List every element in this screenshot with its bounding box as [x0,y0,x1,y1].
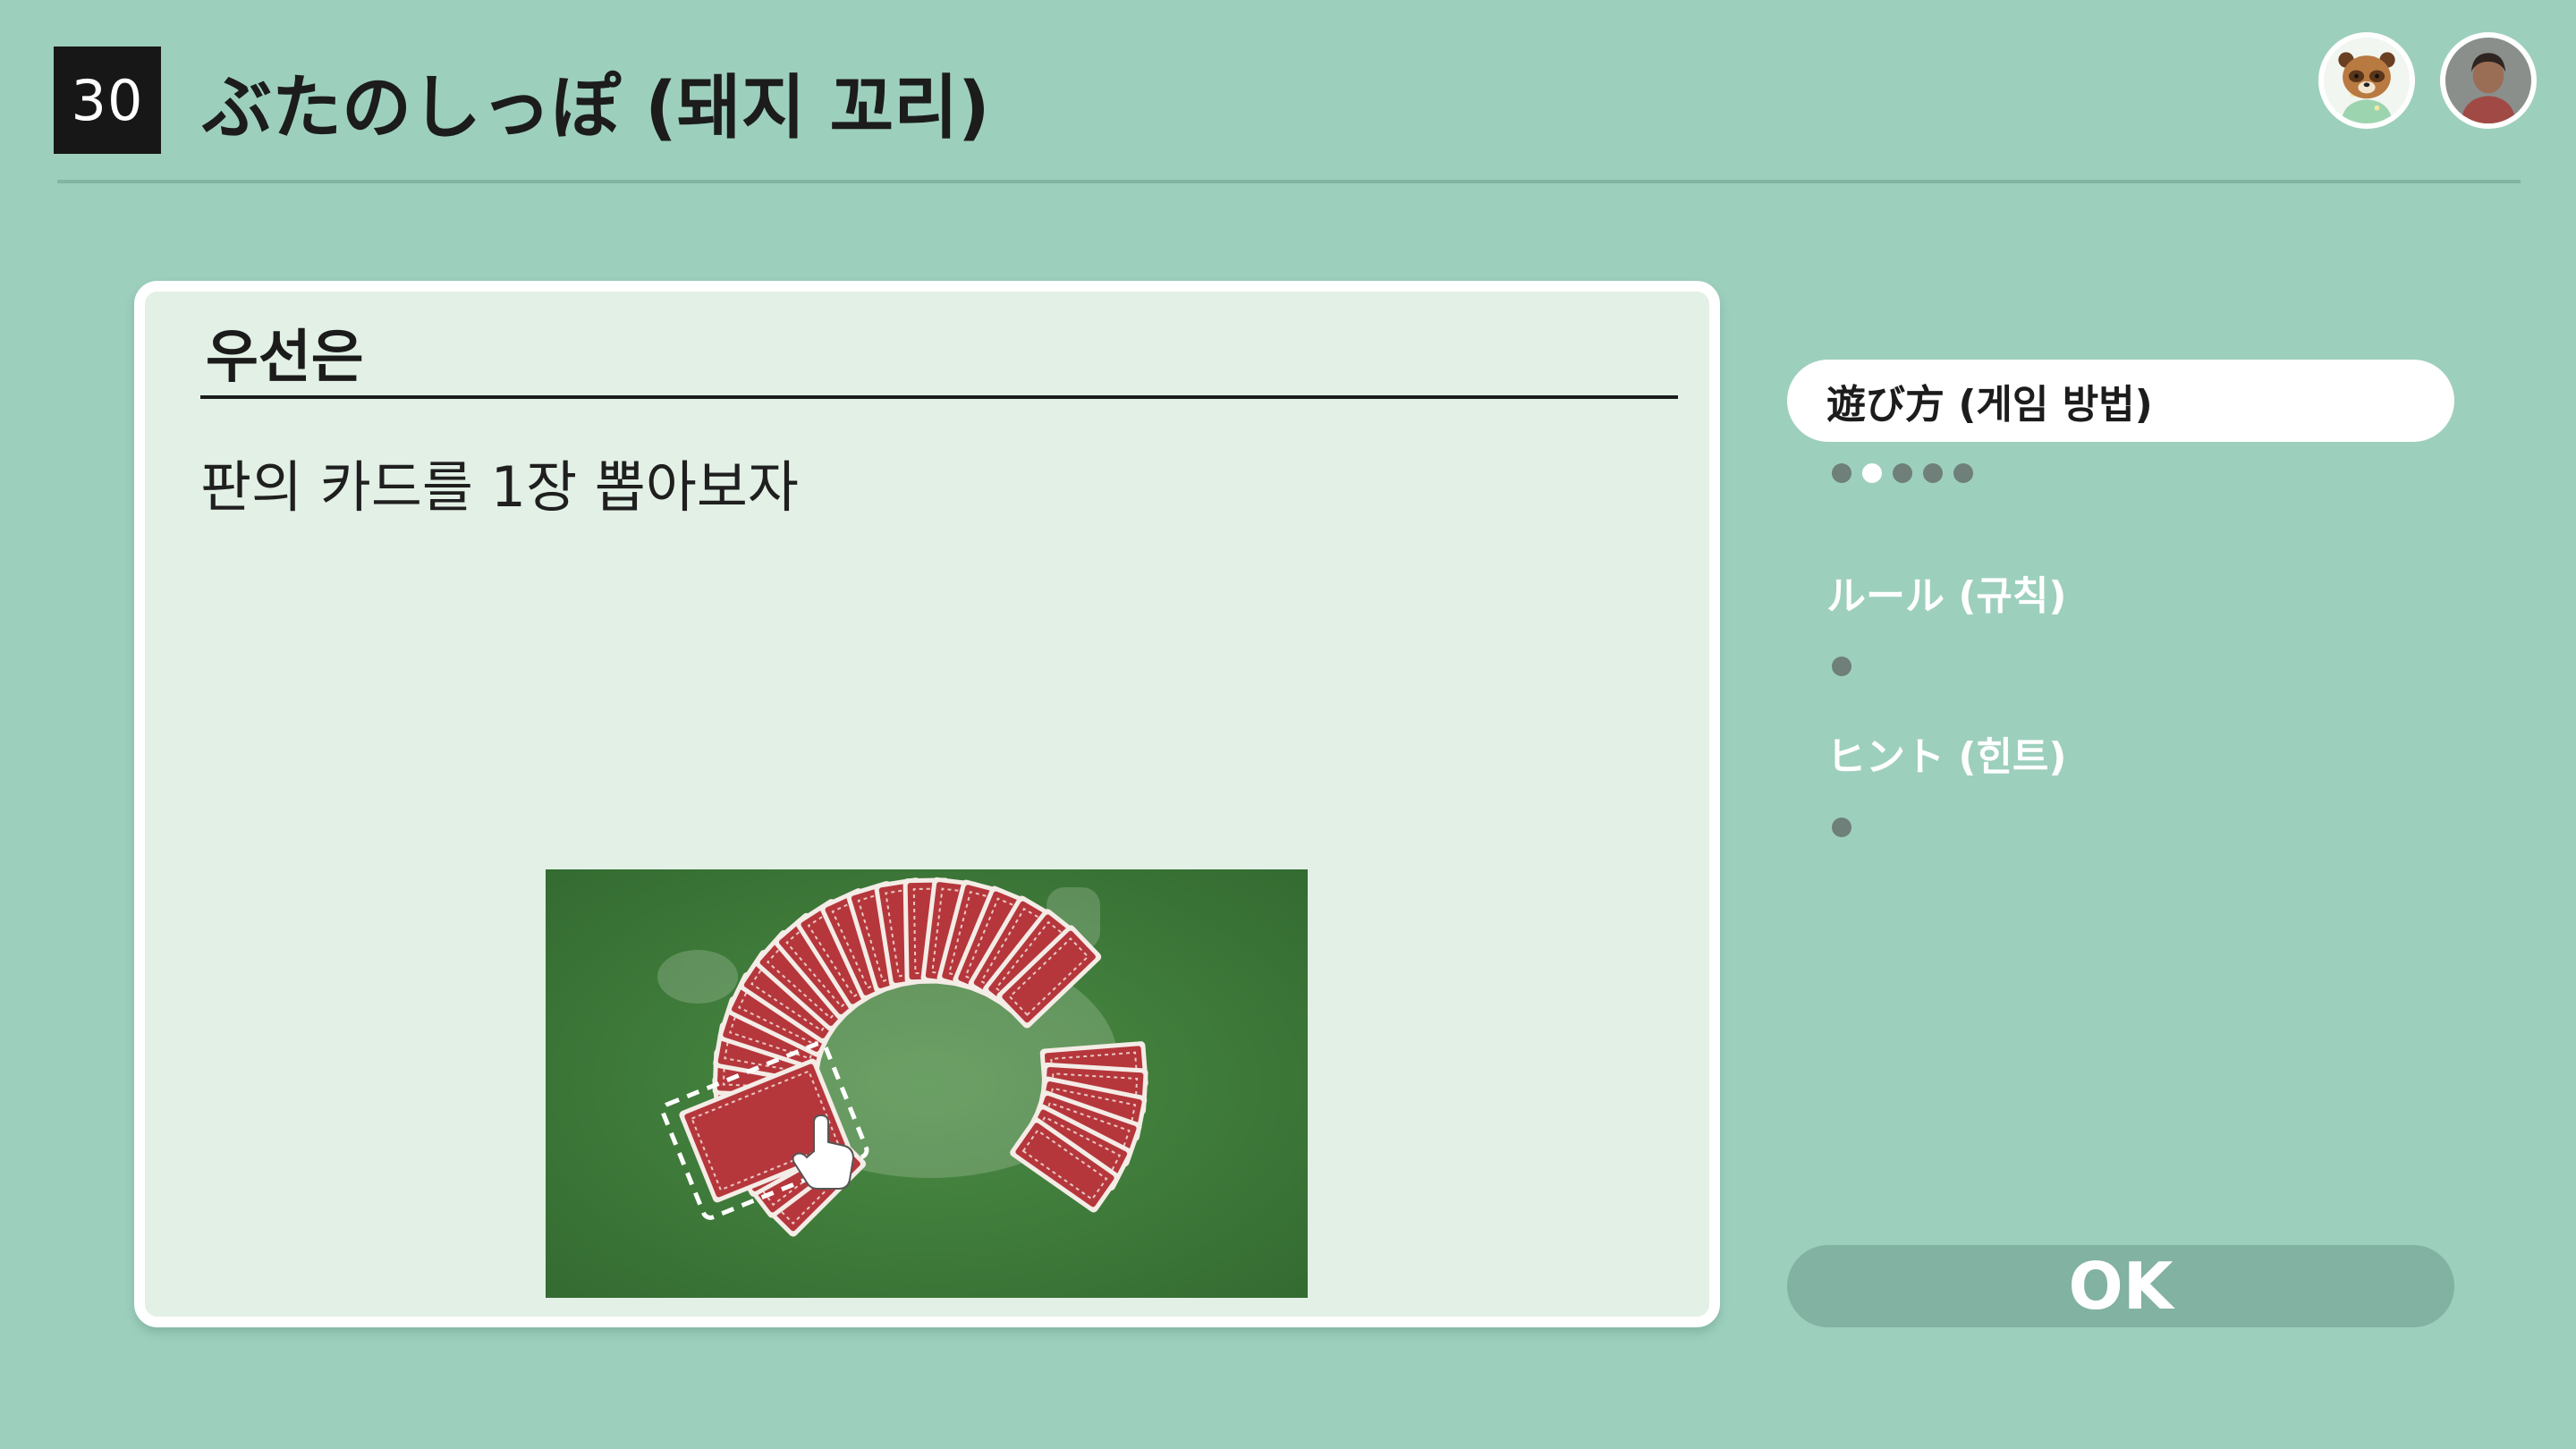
instruction-text: 판의 카드를 1장 뽑아보자 [200,454,799,520]
panel-heading: 우선은 [206,325,364,391]
page-dot [1862,463,1882,483]
page-dot [1953,463,1973,483]
card-table-demo-image [546,869,1308,1298]
page-dot [1832,463,1852,483]
page-dot [1832,657,1852,676]
ok-button[interactable]: OK [1787,1245,2454,1327]
page-dot [1893,463,1912,483]
page-dot [1923,463,1943,483]
page-indicator [1832,818,1852,837]
page-indicator [1832,463,1973,483]
game-title: ぶたのしっぽ (돼지 꼬리) [202,68,990,148]
instruction-panel: 우선은 판의 카드를 1장 뽑아보자 [134,281,1720,1327]
tanuki-avatar-icon[interactable] [2318,32,2415,129]
panel-heading-divider [200,395,1678,399]
menu-item-3[interactable]: ヒント (힌트) [1787,712,2454,794]
card-spread-illustration [546,869,1308,1298]
page-indicator [1832,657,1852,676]
page-dot [1832,818,1852,837]
menu-item-1[interactable]: 遊び方 (게임 방법) [1787,360,2454,442]
stage-number-badge: 30 [54,47,161,154]
menu-item-2[interactable]: ルール (규칙) [1787,551,2454,633]
user-avatar-icon[interactable] [2440,32,2537,129]
header-divider [57,180,2521,183]
